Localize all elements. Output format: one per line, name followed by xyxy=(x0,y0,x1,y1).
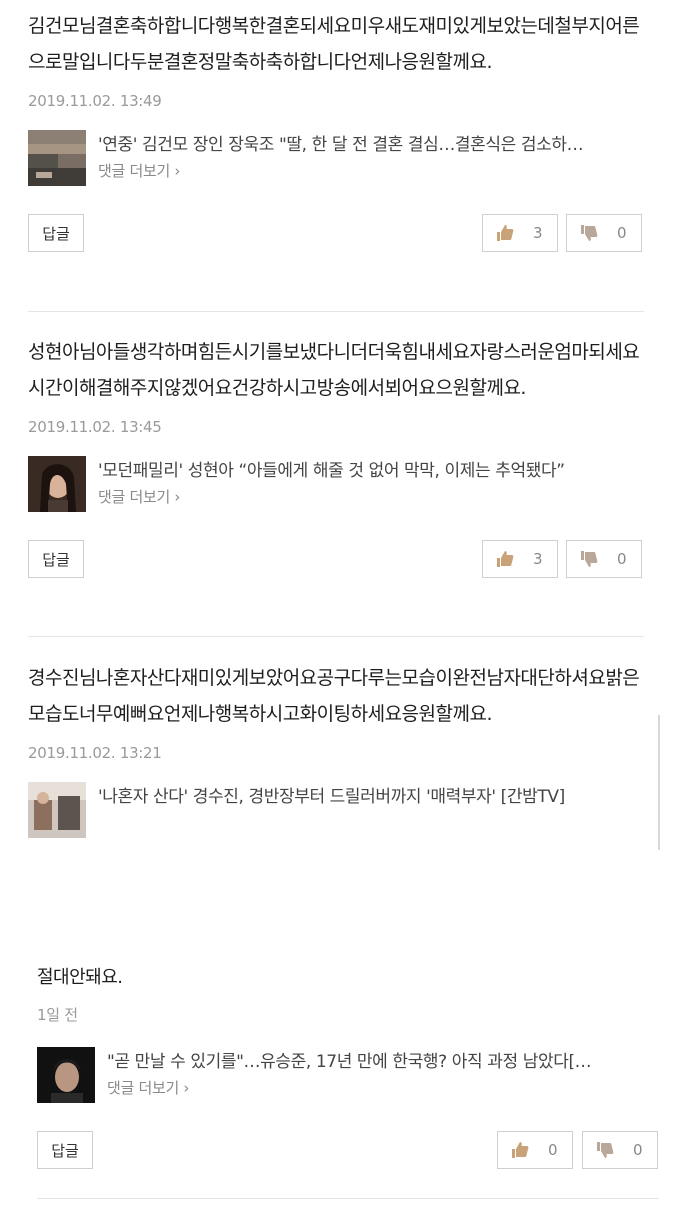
news-title[interactable]: '모던패밀리' 성현아 “아들에게 해줄 것 없어 막막, 이제는 추억됐다” xyxy=(98,456,644,481)
reply-button[interactable]: 답글 xyxy=(28,540,84,578)
thumbs-down-icon xyxy=(579,223,599,243)
dislike-count: 0 xyxy=(617,550,627,568)
comment-actions: 답글 0 0 xyxy=(37,1131,659,1171)
related-news[interactable]: '연중' 김건모 장인 장욱조 "딸, 한 달 전 결혼 결심…결혼식은 검소하… xyxy=(28,130,644,188)
related-news[interactable]: "곧 만날 수 있기를"…유승준, 17년 만에 한국행? 아직 과정 남았다[… xyxy=(37,1047,659,1105)
comment-text: 절대안돼요. xyxy=(37,967,123,988)
dislike-button[interactable]: 0 xyxy=(566,214,642,252)
news-title[interactable]: "곧 만날 수 있기를"…유승준, 17년 만에 한국행? 아직 과정 남았다[… xyxy=(107,1047,659,1072)
like-button[interactable]: 3 xyxy=(482,540,558,578)
comment-actions: 답글 3 0 xyxy=(28,214,644,254)
reply-button[interactable]: 답글 xyxy=(37,1131,93,1169)
news-title[interactable]: '연중' 김건모 장인 장욱조 "딸, 한 달 전 결혼 결심…결혼식은 검소하… xyxy=(98,130,644,155)
comment-date: 2019.11.02. 13:45 xyxy=(28,418,162,436)
thumbs-down-icon xyxy=(595,1140,615,1160)
dislike-button[interactable]: 0 xyxy=(566,540,642,578)
like-button[interactable]: 0 xyxy=(497,1131,573,1169)
news-thumbnail[interactable] xyxy=(28,782,86,838)
like-button[interactable]: 3 xyxy=(482,214,558,252)
comment-divider xyxy=(28,311,644,312)
comment-text: 경수진님나혼자산다재미있게보았어요공구다루는모습이완전남자대단하셔요밝은모습도너… xyxy=(28,667,640,725)
thumbs-down-icon xyxy=(579,549,599,569)
news-thumbnail[interactable] xyxy=(28,456,86,512)
thumbs-up-icon xyxy=(495,549,515,569)
comment-text: 성현아님아들생각하며힘든시기를보냈다니더더욱힘내세요자랑스러운엄마되세요시간이해… xyxy=(28,341,640,399)
comment-divider xyxy=(28,636,644,637)
more-comments-link[interactable]: 댓글 더보기 › xyxy=(107,1077,189,1098)
more-comments-link[interactable]: 댓글 더보기 › xyxy=(98,160,180,181)
comment-item: 절대안돼요. 1일 전 "곧 만날 수 있기를"…유승준, 17년 만에 한국행… xyxy=(37,960,659,1171)
reply-button[interactable]: 답글 xyxy=(28,214,84,252)
like-count: 3 xyxy=(533,224,543,242)
comment-item: 성현아님아들생각하며힘든시기를보냈다니더더욱힘내세요자랑스러운엄마되세요시간이해… xyxy=(28,334,644,580)
news-title[interactable]: '나혼자 산다' 경수진, 경반장부터 드릴러버까지 '매력부자' [간밤TV] xyxy=(98,782,644,807)
more-comments-link[interactable]: 댓글 더보기 › xyxy=(98,486,180,507)
scrollbar[interactable] xyxy=(658,715,660,850)
news-thumbnail[interactable] xyxy=(37,1047,95,1103)
comment-divider xyxy=(37,1198,659,1199)
thumbs-up-icon xyxy=(510,1140,530,1160)
comment-actions: 답글 3 0 xyxy=(28,540,644,580)
comment-item: 경수진님나혼자산다재미있게보았어요공구다루는모습이완전남자대단하셔요밝은모습도너… xyxy=(28,660,644,850)
dislike-button[interactable]: 0 xyxy=(582,1131,658,1169)
dislike-count: 0 xyxy=(633,1141,643,1159)
comment-item: 김건모님결혼축하합니다행복한결혼되세요미우새도재미있게보았는데철부지어른으로말입… xyxy=(28,8,644,254)
related-news[interactable]: '모던패밀리' 성현아 “아들에게 해줄 것 없어 막막, 이제는 추억됐다” … xyxy=(28,456,644,514)
comment-text: 김건모님결혼축하합니다행복한결혼되세요미우새도재미있게보았는데철부지어른으로말입… xyxy=(28,15,640,73)
dislike-count: 0 xyxy=(617,224,627,242)
comment-date: 2019.11.02. 13:21 xyxy=(28,744,162,762)
comment-date: 1일 전 xyxy=(37,1006,78,1024)
like-count: 0 xyxy=(548,1141,558,1159)
news-thumbnail[interactable] xyxy=(28,130,86,186)
related-news[interactable]: '나혼자 산다' 경수진, 경반장부터 드릴러버까지 '매력부자' [간밤TV] xyxy=(28,782,644,840)
thumbs-up-icon xyxy=(495,223,515,243)
like-count: 3 xyxy=(533,550,543,568)
comment-date: 2019.11.02. 13:49 xyxy=(28,92,162,110)
